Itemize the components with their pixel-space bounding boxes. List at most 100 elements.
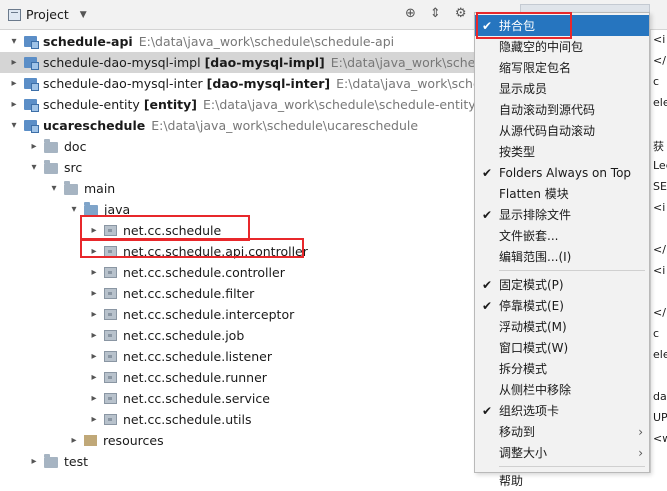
collapsed-arrow-icon[interactable]: ▸	[28, 141, 40, 152]
tree-item-name: net.cc.schedule.service	[123, 391, 270, 406]
menu-item[interactable]: 编辑范围...(I)	[475, 246, 649, 267]
tree-item-path: E:\data\java_work\schedule\schedule-dao-	[336, 76, 474, 91]
menu-item-label: 隐藏空的中间包	[499, 40, 584, 54]
tree-row[interactable]: ▸ schedule-entity [entity] E:\data\java_wor…	[0, 94, 474, 115]
tree-row[interactable]: ▸ net.cc.schedule.filter	[0, 283, 474, 304]
menu-item-label: 缩写限定包名	[499, 61, 572, 75]
tree-item-path: E:\data\java_work\schedule\schedule-enti…	[203, 97, 474, 112]
menu-item[interactable]: 从源代码自动滚动	[475, 120, 649, 141]
menu-item[interactable]: 按类型	[475, 141, 649, 162]
tree-row[interactable]: ▸ net.cc.schedule.interceptor	[0, 304, 474, 325]
collapsed-arrow-icon[interactable]: ▸	[88, 330, 100, 341]
menu-item[interactable]: 调整大小 ›	[475, 442, 649, 463]
tree-item-name: doc	[64, 139, 87, 154]
menu-item[interactable]: 缩写限定包名	[475, 57, 649, 78]
expanded-arrow-icon[interactable]: ▾	[48, 183, 60, 194]
tree-row[interactable]: ▸ net.cc.schedule.service	[0, 388, 474, 409]
tree-row[interactable]: ▸ net.cc.schedule.listener	[0, 346, 474, 367]
menu-item[interactable]: ✔ 停靠模式(E)	[475, 295, 649, 316]
editor-line-fragment: <i	[653, 264, 666, 277]
tree-row[interactable]: ▾ main	[0, 178, 474, 199]
collapsed-arrow-icon[interactable]: ▸	[8, 78, 20, 89]
folder-icon	[44, 454, 58, 468]
tree-item-name: resources	[103, 433, 164, 448]
editor-line-fragment: 获	[653, 140, 664, 153]
module-icon	[24, 36, 39, 49]
collapsed-arrow-icon[interactable]: ▸	[88, 414, 100, 425]
module-icon	[24, 99, 39, 112]
collapsed-arrow-icon[interactable]: ▸	[88, 309, 100, 320]
checkmark-icon: ✔	[481, 298, 493, 313]
module-icon	[24, 120, 39, 133]
menu-item-label: 窗口模式(W)	[499, 341, 569, 355]
tree-item-name: net.cc.schedule.controller	[123, 265, 285, 280]
collapsed-arrow-icon[interactable]: ▸	[8, 57, 20, 68]
menu-item-label: 显示成员	[499, 82, 548, 96]
tree-row[interactable]: ▸ net.cc.schedule.runner	[0, 367, 474, 388]
tree-row[interactable]: ▾ src	[0, 157, 474, 178]
menu-separator	[499, 466, 645, 467]
tree-row[interactable]: ▾ schedule-api E:\data\java_work\schedule\…	[0, 31, 474, 52]
tree-item-name: main	[84, 181, 116, 196]
expanded-arrow-icon[interactable]: ▾	[8, 36, 20, 47]
editor-peek: <i </ c ele 获 Lec SE <i </ <i </ c ele dat UP <w	[650, 30, 667, 473]
collapsed-arrow-icon[interactable]: ▸	[88, 351, 100, 362]
collapse-all-icon[interactable]: ⇕	[430, 6, 441, 21]
menu-item[interactable]: 帮助	[475, 470, 649, 491]
tree-item-path: E:\data\java_work\schedule\schedule-api	[138, 34, 395, 49]
toolbar-icons: ⊕ ⇕ ⚙	[405, 6, 466, 21]
tree-row[interactable]: ▸ test	[0, 451, 474, 472]
project-icon	[8, 8, 21, 21]
resources-icon	[84, 435, 97, 446]
project-view-selector[interactable]: Project ▼	[8, 7, 87, 22]
menu-item-label: 调整大小	[499, 446, 548, 460]
tree-row[interactable]: ▸ net.cc.schedule.job	[0, 325, 474, 346]
tree-item-name: ucareschedule	[43, 118, 146, 133]
tree-row[interactable]: ▸ doc	[0, 136, 474, 157]
menu-item-label: 拆分模式	[499, 362, 548, 376]
context-menu: ✔ 拼合包 隐藏空的中间包 缩写限定包名 显示成员 自动滚动到源代码 从源代码自动滚动 按类型…	[474, 12, 650, 488]
menu-item[interactable]: 从侧栏中移除	[475, 379, 649, 400]
package-icon	[104, 393, 117, 404]
expanded-arrow-icon[interactable]: ▾	[8, 120, 20, 131]
module-icon	[24, 57, 39, 70]
menu-item[interactable]: 自动滚动到源代码	[475, 99, 649, 120]
submenu-arrow-icon: ›	[638, 445, 643, 460]
menu-item[interactable]: Flatten 模块	[475, 183, 649, 204]
menu-item[interactable]: 显示成员	[475, 78, 649, 99]
menu-separator	[499, 270, 645, 271]
locate-icon[interactable]: ⊕	[405, 6, 416, 21]
expanded-arrow-icon[interactable]: ▾	[68, 204, 80, 215]
collapsed-arrow-icon[interactable]: ▸	[88, 288, 100, 299]
tree-item-name: net.cc.schedule.filter	[123, 286, 255, 301]
tree-row[interactable]: ▸ net.cc.schedule.utils	[0, 409, 474, 430]
checkmark-icon: ✔	[481, 165, 493, 180]
collapsed-arrow-icon[interactable]: ▸	[88, 267, 100, 278]
expanded-arrow-icon[interactable]: ▾	[28, 162, 40, 173]
menu-item[interactable]: 窗口模式(W)	[475, 337, 649, 358]
tree-item-path: E:\data\java_work\schedule\ucareschedule	[151, 118, 419, 133]
collapsed-arrow-icon[interactable]: ▸	[68, 435, 80, 446]
collapsed-arrow-icon[interactable]: ▸	[8, 99, 20, 110]
tree-item-name: schedule-dao-mysql-impl	[43, 55, 201, 70]
menu-item[interactable]: 文件嵌套...	[475, 225, 649, 246]
tree-item-name: net.cc.schedule.utils	[123, 412, 252, 427]
menu-item[interactable]: 拆分模式	[475, 358, 649, 379]
menu-item[interactable]: ✔ 固定模式(P)	[475, 274, 649, 295]
menu-item[interactable]: ✔ Folders Always on Top	[475, 162, 649, 183]
tree-row[interactable]: ▾ ucareschedule E:\data\java_work\schedule…	[0, 115, 474, 136]
menu-item[interactable]: 移动到 ›	[475, 421, 649, 442]
tree-row[interactable]: ▸ net.cc.schedule.controller	[0, 262, 474, 283]
dropdown-arrow-icon[interactable]: ▼	[80, 10, 87, 20]
collapsed-arrow-icon[interactable]: ▸	[88, 393, 100, 404]
tree-row[interactable]: ▸ schedule-dao-mysql-inter [dao-mysql-inte…	[0, 73, 474, 94]
menu-item[interactable]: ✔ 显示排除文件	[475, 204, 649, 225]
tree-row[interactable]: ▸ resources	[0, 430, 474, 451]
gear-icon[interactable]: ⚙	[455, 6, 467, 21]
collapsed-arrow-icon[interactable]: ▸	[88, 372, 100, 383]
collapsed-arrow-icon[interactable]: ▸	[28, 456, 40, 467]
menu-item[interactable]: 隐藏空的中间包	[475, 36, 649, 57]
tree-row[interactable]: ▸ schedule-dao-mysql-impl [dao-mysql-impl]…	[0, 52, 474, 73]
menu-item[interactable]: ✔ 组织选项卡	[475, 400, 649, 421]
menu-item[interactable]: 浮动模式(M)	[475, 316, 649, 337]
